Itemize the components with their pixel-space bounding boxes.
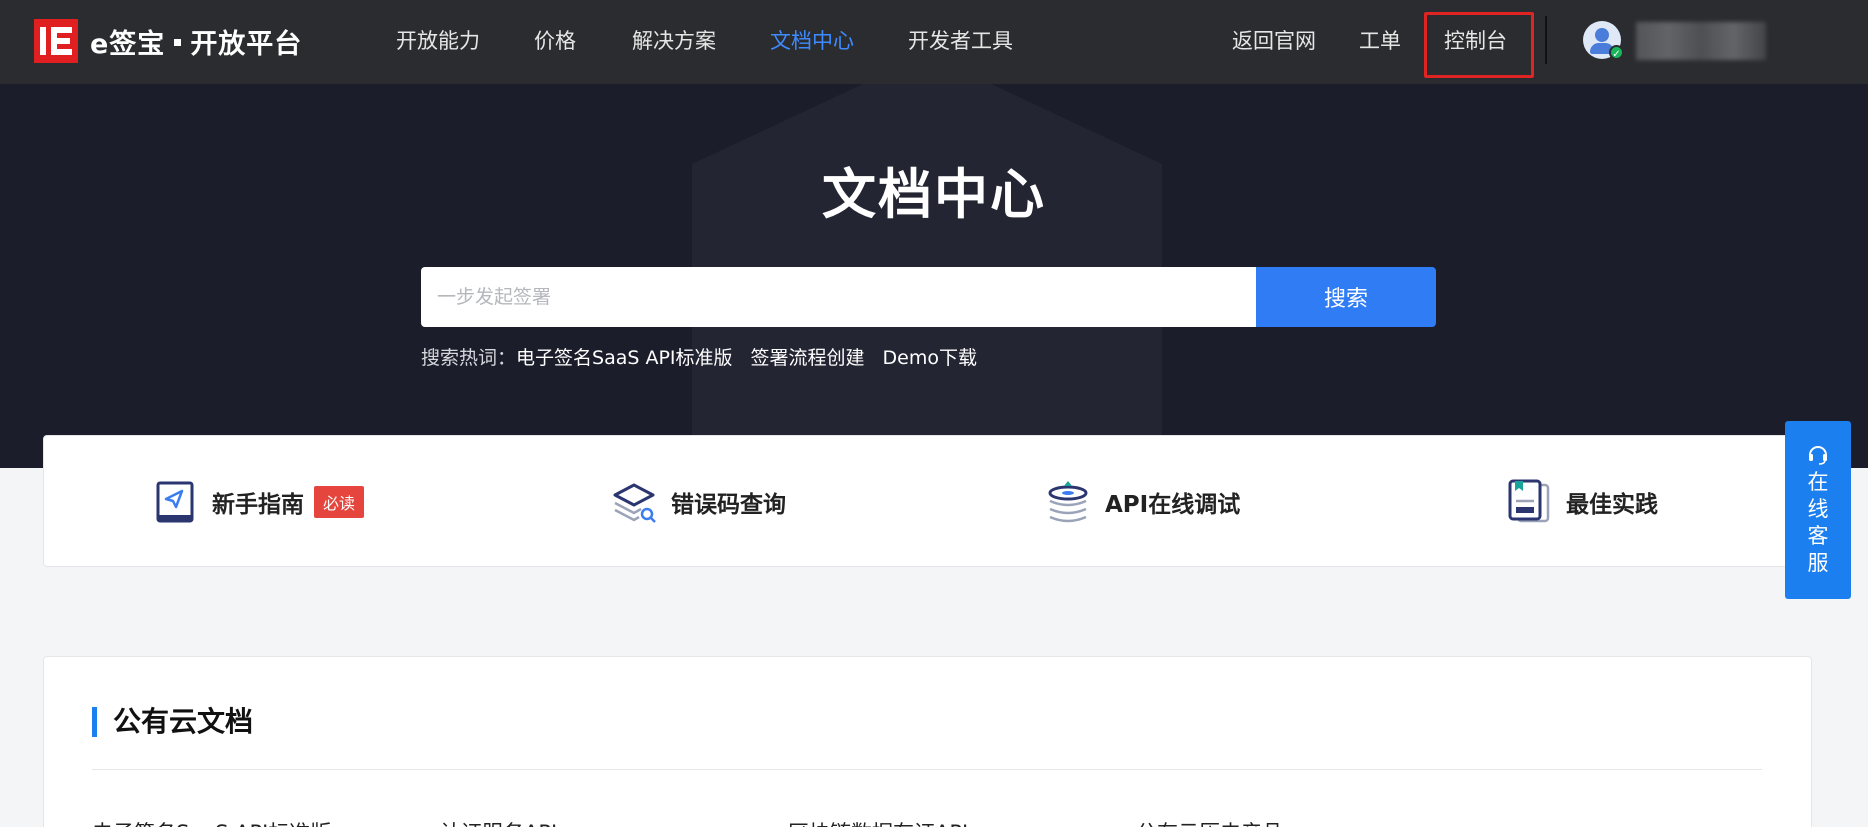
nav-item-tickets[interactable]: 工单 <box>1359 25 1401 55</box>
hot-word-link[interactable]: 签署流程创建 <box>751 347 865 369</box>
brand-sub: 开放平台 <box>190 28 303 60</box>
doc-link[interactable]: 认证服务API <box>440 817 557 827</box>
quick-link-best-practice[interactable]: 最佳实践 <box>1506 479 1658 525</box>
nav-item-pricing[interactable]: 价格 <box>534 25 576 55</box>
verified-check-icon: ✓ <box>1609 45 1624 60</box>
section-divider <box>92 769 1762 770</box>
page-title: 文档中心 <box>822 163 1046 226</box>
nav-item-solutions[interactable]: 解决方案 <box>632 25 716 55</box>
public-cloud-docs-section: 公有云文档 电子签名SaaS API标准版 认证服务API 区块链数据存证API… <box>43 656 1812 827</box>
user-head-icon <box>1595 28 1609 42</box>
quick-link-label: 错误码查询 <box>671 492 786 518</box>
quick-link-guide[interactable]: 新手指南 必读 <box>152 479 365 525</box>
brand-logo[interactable]: e签宝 开放平台 <box>34 19 302 63</box>
nav-divider <box>1545 16 1547 64</box>
search-button[interactable]: 搜索 <box>1256 267 1436 327</box>
must-read-badge: 必读 <box>314 486 365 518</box>
quick-link-label: 新手指南 <box>212 492 304 518</box>
best-practice-doc-icon <box>1506 479 1552 525</box>
nav-item-docs[interactable]: 文档中心 <box>770 25 854 55</box>
doc-link[interactable]: 区块链数据存证API <box>788 817 968 827</box>
nav-item-console[interactable]: 控制台 <box>1444 25 1507 55</box>
headset-icon <box>1807 443 1829 465</box>
nav-item-official-site[interactable]: 返回官网 <box>1232 25 1316 55</box>
hot-word-link[interactable]: Demo下载 <box>883 347 977 369</box>
hot-word-link[interactable]: 电子签名SaaS API标准版 <box>516 347 733 369</box>
quick-link-label: 最佳实践 <box>1566 492 1658 518</box>
doc-link[interactable]: 电子签名SaaS API标准版 <box>92 817 331 827</box>
brand-name: e签宝 <box>90 28 166 60</box>
brand-separator <box>174 38 182 46</box>
top-nav: e签宝 开放平台 开放能力 价格 解决方案 文档中心 开发者工具 返回官网 工单 … <box>0 0 1868 84</box>
avatar[interactable]: ✓ <box>1583 21 1624 60</box>
quick-links-card: 新手指南 必读 错误码查询 API在线调试 最佳实践 <box>43 435 1812 567</box>
quick-link-api-debug[interactable]: API在线调试 <box>1045 480 1240 524</box>
api-debug-icon <box>1045 479 1091 525</box>
search-input[interactable] <box>421 267 1257 327</box>
guide-book-icon <box>152 479 198 525</box>
hot-words: 搜索热词：电子签名SaaS API标准版 签署流程创建 Demo下载 <box>421 343 995 370</box>
online-service-button[interactable]: 在 线 客 服 <box>1785 421 1851 599</box>
nav-item-dev-tools[interactable]: 开发者工具 <box>908 25 1013 55</box>
section-title: 公有云文档 <box>92 707 253 737</box>
hero-banner: 文档中心 搜索 搜索热词：电子签名SaaS API标准版签署流程创建 Demo下载 <box>0 84 1868 468</box>
quick-link-error-codes[interactable]: 错误码查询 <box>611 480 786 524</box>
hot-words-label: 搜索热词： <box>421 347 517 369</box>
blurred-username[interactable] <box>1636 22 1766 60</box>
online-service-label: 在 线 客 服 <box>1807 470 1829 575</box>
error-code-search-icon <box>611 479 657 525</box>
quick-link-label: API在线调试 <box>1105 492 1241 518</box>
brand-mark-icon <box>34 19 78 63</box>
doc-link[interactable]: 公有云历史产品 <box>1136 817 1283 827</box>
nav-item-capabilities[interactable]: 开放能力 <box>396 25 480 55</box>
